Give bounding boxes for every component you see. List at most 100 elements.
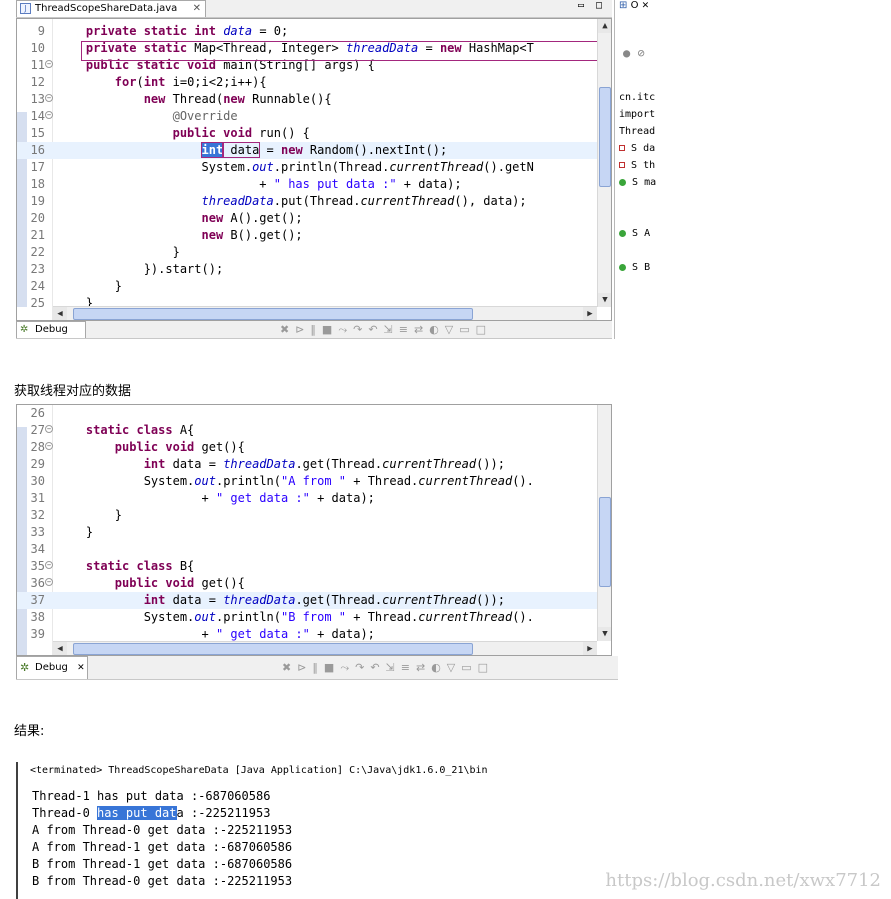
console-line: Thread-1 has put data :-687060586 [32, 789, 271, 803]
code-line[interactable]: 34 [17, 541, 611, 558]
line-number: 15 [30, 126, 45, 140]
console-output: <terminated> ThreadScopeShareData [Java … [16, 762, 488, 899]
line-number: 23 [30, 262, 45, 276]
code-line[interactable]: 21 new B().get(); [17, 227, 611, 244]
outline-row[interactable]: S B [619, 262, 650, 274]
vertical-scrollbar[interactable]: ▼ [597, 405, 611, 641]
scroll-thumb-h[interactable] [73, 643, 473, 655]
code-line[interactable]: 14− @Override [17, 108, 611, 125]
outline-tab[interactable]: ⊞ O ✕ [619, 0, 649, 11]
line-number: 10 [30, 41, 45, 55]
code-text: for(int i=0;i<2;i++){ [114, 75, 267, 89]
code-line[interactable]: 9 private static int data = 0; [17, 23, 611, 40]
code-line[interactable]: 18 + " has put data :" + data); [17, 176, 611, 193]
fold-icon[interactable]: − [45, 94, 53, 102]
code-line[interactable]: 35− static class B{ [17, 558, 611, 575]
close-icon[interactable]: ✕ [193, 1, 201, 16]
code-text: } [57, 279, 123, 293]
line-number: 31 [30, 491, 45, 505]
code-editor-2[interactable]: 26 27− static class A{28− public void get… [16, 404, 612, 656]
code-line[interactable]: 33 } [17, 524, 611, 541]
code-line[interactable]: 12 for(int i=0;i<2;i++){ [17, 74, 611, 91]
debug-tab[interactable]: ✲ Debug [16, 321, 86, 338]
outline-row[interactable]: S da [619, 143, 655, 155]
java-file-icon: J [20, 3, 31, 14]
close-icon[interactable]: ✕ [642, 1, 650, 11]
code-line[interactable]: 29 int data = threadData.get(Thread.curr… [17, 456, 611, 473]
code-text: public void get(){ [114, 576, 245, 590]
scroll-down-icon[interactable]: ▼ [598, 293, 611, 307]
scroll-right-icon[interactable]: ▶ [583, 307, 597, 320]
outline-label: O [630, 0, 639, 11]
debug-tab[interactable]: ✲ Debug ✕ [16, 656, 88, 679]
scroll-thumb[interactable] [599, 87, 611, 187]
line-number: 27 [30, 423, 45, 437]
line-number: 17 [30, 160, 45, 174]
minimize-icon[interactable]: ▭ [578, 0, 584, 11]
outline-row[interactable]: Thread [619, 126, 655, 138]
code-text: int data = threadData.get(Thread.current… [143, 457, 505, 471]
code-text: public void run() { [172, 126, 310, 140]
line-number: 32 [30, 508, 45, 522]
code-line[interactable]: 28− public void get(){ [17, 439, 611, 456]
watermark: https://blog.csdn.net/xwx7712 [605, 870, 881, 891]
private-field-icon [619, 145, 625, 151]
code-line[interactable]: 38 System.out.println("B from " + Thread… [17, 609, 611, 626]
fold-icon[interactable]: − [45, 561, 53, 569]
fold-icon[interactable]: − [45, 425, 53, 433]
code-line[interactable]: 19 threadData.put(Thread.currentThread()… [17, 193, 611, 210]
outline-row[interactable]: S th [619, 160, 655, 172]
maximize-icon[interactable]: □ [596, 0, 602, 11]
editor-tab-threadscopesharedata[interactable]: J ThreadScopeShareData.java ✕ [16, 0, 206, 17]
code-line[interactable]: 24 } [17, 278, 611, 295]
code-line[interactable]: 17 System.out.println(Thread.currentThre… [17, 159, 611, 176]
code-line[interactable]: 26 [17, 405, 611, 422]
code-line[interactable]: 16 int data = new Random().nextInt(); [17, 142, 611, 159]
code-line[interactable]: 30 System.out.println("A from " + Thread… [17, 473, 611, 490]
debug-toolbar-icons[interactable]: ✖⊳‖■⤳↷↶⇲≡⇄◐▽▭□ [280, 323, 492, 337]
horizontal-scrollbar[interactable]: ◀ ▶ [53, 306, 597, 320]
code-line[interactable]: 13− new Thread(new Runnable(){ [17, 91, 611, 108]
debug-toolbar-icons[interactable]: ✖⊳‖■⤳↷↶⇲≡⇄◐▽▭□ [282, 661, 494, 675]
scroll-left-icon[interactable]: ◀ [53, 642, 67, 655]
close-icon[interactable]: ✕ [77, 663, 85, 673]
code-editor-1[interactable]: 9 private static int data = 0; 10 private… [16, 18, 612, 321]
fold-icon[interactable]: − [45, 60, 53, 68]
outline-row[interactable]: cn.itc [619, 92, 655, 104]
code-line[interactable]: 15 public void run() { [17, 125, 611, 142]
code-line[interactable]: 22 } [17, 244, 611, 261]
scroll-left-icon[interactable]: ◀ [53, 307, 67, 320]
scroll-thumb[interactable] [599, 497, 611, 587]
code-line[interactable]: 37 int data = threadData.get(Thread.curr… [17, 592, 611, 609]
line-number: 20 [30, 211, 45, 225]
code-line[interactable]: 36− public void get(){ [17, 575, 611, 592]
code-text: + " has put data :" + data); [57, 177, 462, 191]
line-number: 30 [30, 474, 45, 488]
code-line[interactable]: 32 } [17, 507, 611, 524]
code-line[interactable]: 31 + " get data :" + data); [17, 490, 611, 507]
debug-icon: ✲ [20, 324, 29, 335]
vertical-scrollbar[interactable]: ▲ ▼ [597, 19, 611, 307]
fold-icon[interactable]: − [45, 111, 53, 119]
horizontal-scrollbar[interactable]: ◀ ▶ [53, 641, 597, 655]
scroll-up-icon[interactable]: ▲ [598, 19, 611, 33]
console-line: A from Thread-0 get data :-225211953 [32, 823, 293, 837]
scroll-down-icon[interactable]: ▼ [598, 627, 611, 641]
line-number: 14 [30, 109, 45, 123]
fold-icon[interactable]: − [45, 442, 53, 450]
code-text: + " get data :" + data); [57, 491, 375, 505]
outline-row[interactable]: import [619, 109, 655, 121]
code-line[interactable]: 23 }).start(); [17, 261, 611, 278]
fold-icon[interactable]: − [45, 578, 53, 586]
code-line[interactable]: 20 new A().get(); [17, 210, 611, 227]
code-text: static class B{ [85, 559, 195, 573]
line-number: 9 [37, 24, 45, 38]
code-line[interactable]: 27− static class A{ [17, 422, 611, 439]
scroll-thumb-h[interactable] [73, 308, 473, 320]
outline-row[interactable]: S ma [619, 177, 656, 189]
scroll-right-icon[interactable]: ▶ [583, 642, 597, 655]
outline-row[interactable]: S A [619, 228, 650, 240]
code-text: private static int data = 0; [85, 24, 289, 38]
caption-result: 结果: [14, 724, 45, 739]
line-number: 33 [30, 525, 45, 539]
